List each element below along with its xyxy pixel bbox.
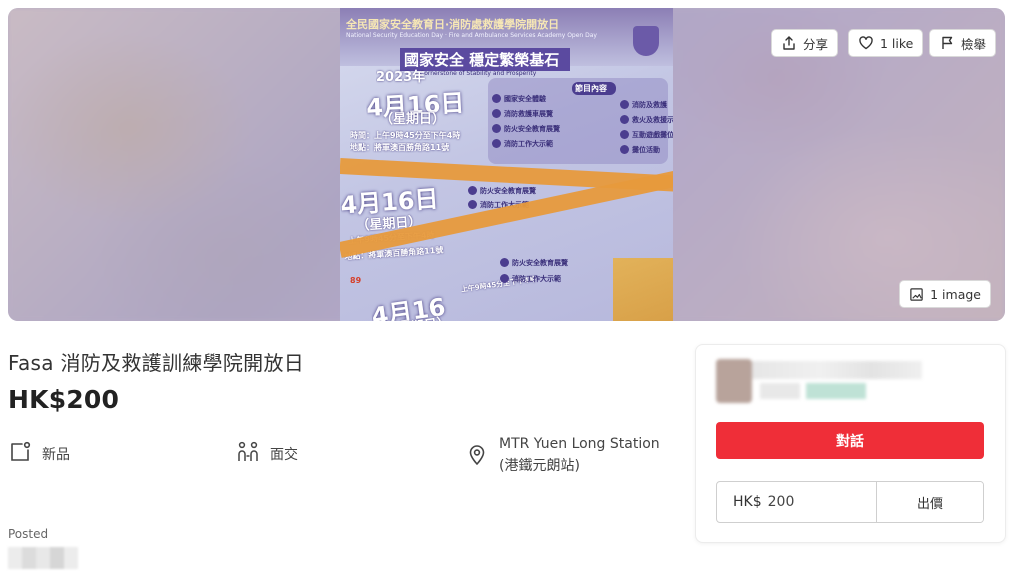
- condition-info: 新品: [8, 440, 70, 464]
- share-label: 分享: [803, 36, 829, 52]
- offer-currency: HK$: [733, 494, 762, 510]
- poster-bullet-icon: [500, 274, 509, 283]
- posted-label: Posted: [8, 527, 49, 541]
- poster-program-item-right: 消防及救護: [632, 101, 667, 109]
- location-text: MTR Yuen Long Station (港鐵元朗站): [499, 433, 660, 477]
- location-pin-icon: [469, 445, 485, 466]
- poster-bullet-icon: [620, 100, 629, 109]
- poster-program-item-right: 互動遊戲攤位: [632, 131, 673, 139]
- posted-date-redacted: [8, 547, 78, 569]
- seller-avatar: [716, 359, 752, 403]
- poster-crest-icon: [633, 26, 659, 56]
- location-line-2: (港鐵元朗站): [499, 458, 580, 474]
- seller-card: 對話 HK$ 出價: [695, 344, 1006, 543]
- chat-button[interactable]: 對話: [716, 422, 984, 459]
- seller-name-redacted: [752, 361, 922, 379]
- listing-price: HK$200: [8, 385, 120, 414]
- poster-bullet-icon: [492, 94, 501, 103]
- offer-price-field[interactable]: HK$: [717, 482, 877, 522]
- poster-bullet-icon: [492, 109, 501, 118]
- meetup-people-icon: [238, 441, 258, 461]
- share-icon: [783, 36, 795, 50]
- flag-icon: [942, 36, 953, 49]
- report-label: 檢舉: [961, 36, 987, 52]
- share-button[interactable]: 分享: [771, 29, 839, 57]
- poster-bullet-icon: [492, 124, 501, 133]
- meetup-info: 面交: [236, 440, 298, 464]
- heart-icon: [859, 36, 873, 50]
- image-count-button[interactable]: 1 image: [899, 280, 991, 308]
- poster-bullet-icon: [500, 258, 509, 267]
- location-info[interactable]: MTR Yuen Long Station (港鐵元朗站): [465, 433, 660, 477]
- meetup-label: 面交: [270, 447, 298, 463]
- make-offer-button[interactable]: 出價: [877, 482, 983, 522]
- poster-program-item-right: 救火及救援示範: [632, 116, 673, 124]
- poster-bullet-icon: [620, 145, 629, 154]
- location-line-1: MTR Yuen Long Station: [499, 436, 660, 452]
- like-label: 1 like: [880, 35, 914, 51]
- seller-badge-redacted: [806, 383, 866, 399]
- poster-bullet-icon: [492, 139, 501, 148]
- seller-info-redacted[interactable]: [716, 355, 926, 403]
- poster-bullet-icon: [620, 130, 629, 139]
- listing-title: Fasa 消防及救護訓練學院開放日: [8, 351, 305, 375]
- poster-heading: 全民國家安全教育日·消防處救護學院開放日: [346, 18, 560, 31]
- report-button[interactable]: 檢舉: [929, 29, 997, 57]
- offer-price-input[interactable]: [767, 494, 838, 510]
- poster-table-surface: [613, 258, 673, 321]
- image-count-label: 1 image: [930, 286, 981, 302]
- like-button[interactable]: 1 like: [848, 29, 924, 57]
- seller-meta-redacted: [760, 383, 800, 399]
- poster-bullet-icon: [468, 200, 477, 209]
- offer-form: HK$ 出價: [716, 481, 984, 523]
- condition-label: 新品: [42, 447, 70, 463]
- poster-heading-en: National Security Education Day · Fire a…: [346, 32, 597, 39]
- listing-photo[interactable]: 全民國家安全教育日·消防處救護學院開放日 National Security E…: [340, 8, 673, 321]
- image-icon: [910, 287, 923, 301]
- poster-bullet-icon: [620, 115, 629, 124]
- poster-program-item-right: 攤位活動: [632, 146, 660, 154]
- listing-image-gallery[interactable]: 全民國家安全教育日·消防處救護學院開放日 National Security E…: [8, 8, 1005, 321]
- poster-bullet-icon: [468, 186, 477, 195]
- tag-new-icon: [11, 441, 31, 461]
